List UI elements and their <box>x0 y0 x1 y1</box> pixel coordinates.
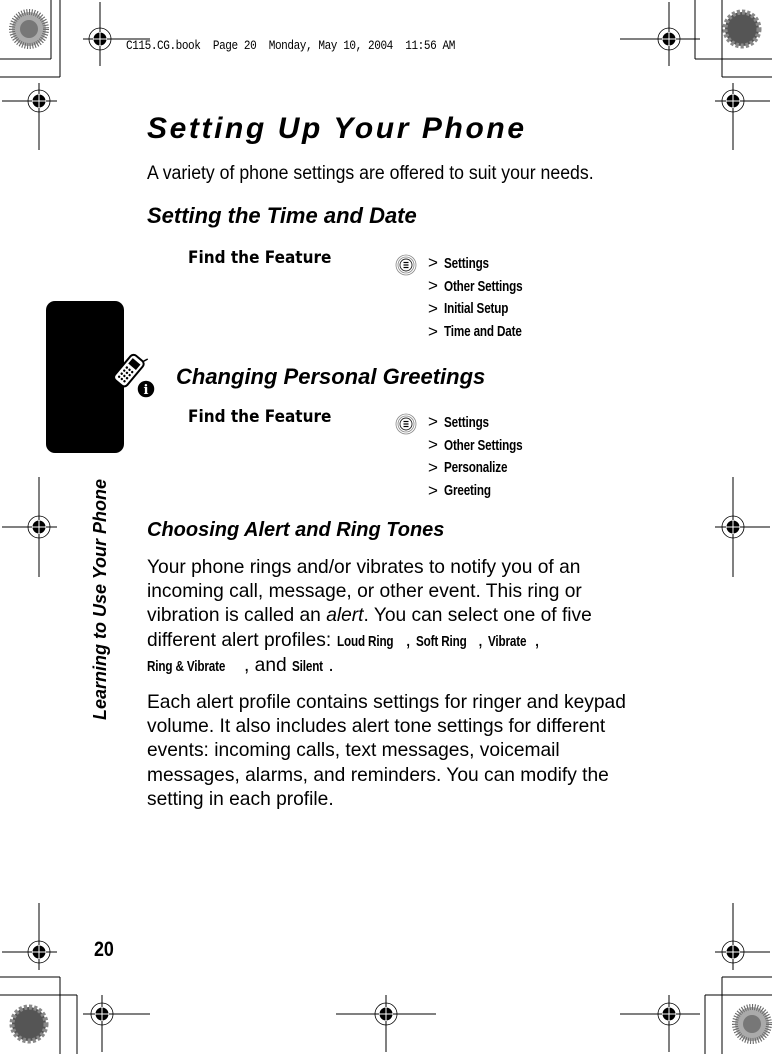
profile-loud-ring: Loud Ring <box>336 632 394 650</box>
section-heading-alert-tones: Choosing Alert and Ring Tones <box>147 519 445 541</box>
star-target-bottom-left <box>9 1004 49 1044</box>
menu-item-settings: Settings <box>444 413 489 431</box>
separator: > <box>428 457 438 477</box>
menu-step: > Other Settings <box>428 434 545 457</box>
registration-mark-bottom-right <box>620 995 700 1052</box>
comma: , <box>405 629 417 651</box>
menu-step: > Personalize <box>428 457 545 480</box>
menu-item-greeting: Greeting <box>444 482 491 500</box>
star-target-top-right <box>722 9 762 49</box>
menu-step: > Time and Date <box>428 320 545 343</box>
phone-info-icon: i <box>113 353 156 399</box>
intro-text: A variety of phone settings are offered … <box>147 163 594 184</box>
page-title: Setting Up Your Phone <box>147 112 527 145</box>
profile-vibrate: Vibrate <box>488 632 527 650</box>
menu-item-settings: Settings <box>444 254 489 272</box>
registration-mark-left-lower <box>2 903 57 970</box>
find-feature-label: Find the Feature <box>188 248 332 268</box>
menu-key-icon <box>395 254 417 276</box>
separator: > <box>428 253 438 273</box>
separator: > <box>428 321 438 341</box>
registration-mark-top-left <box>83 2 150 66</box>
comma: , <box>534 629 540 651</box>
registration-mark-bottom-left <box>83 995 150 1052</box>
comma: , <box>477 629 489 651</box>
profile-soft-ring: Soft Ring <box>416 632 467 650</box>
separator: > <box>428 480 438 500</box>
menu-key-icon <box>395 413 417 435</box>
text: and <box>254 654 293 676</box>
paragraph-text: Each alert profile contains settings for… <box>147 692 626 810</box>
alert-paragraph-2: Each alert profile contains settings for… <box>147 691 637 812</box>
menu-step: > Greeting <box>428 479 545 502</box>
separator: > <box>428 435 438 455</box>
separator: > <box>428 276 438 296</box>
term-alert: alert <box>326 605 364 627</box>
registration-mark-left-middle <box>2 477 57 577</box>
find-feature-label: Find the Feature <box>188 407 332 427</box>
separator: > <box>428 298 438 318</box>
menu-step: > Settings <box>428 252 545 275</box>
menu-path-time-date: > Settings > Other Settings > Initial Setup… <box>395 252 545 343</box>
menu-item-other-settings: Other Settings <box>444 436 523 454</box>
menu-item-other-settings: Other Settings <box>444 277 523 295</box>
menu-item-time-and-date: Time and Date <box>444 323 522 341</box>
registration-mark-bottom-center <box>336 995 436 1052</box>
star-target-bottom-right <box>732 1004 772 1044</box>
separator: > <box>428 412 438 432</box>
registration-mark-right-middle <box>715 477 770 577</box>
period: . <box>328 654 334 676</box>
menu-item-initial-setup: Initial Setup <box>444 300 509 318</box>
menu-item-personalize: Personalize <box>444 459 508 477</box>
section-heading-time-date: Setting the Time and Date <box>147 203 417 228</box>
registration-mark-left-upper <box>2 83 57 150</box>
menu-step: > Other Settings <box>428 275 545 298</box>
comma: , <box>243 654 255 676</box>
star-target-top-left <box>9 9 49 49</box>
menu-path-greetings: > Settings > Other Settings > Personalize >… <box>395 411 545 502</box>
registration-mark-top-right <box>620 2 700 66</box>
svg-text:i: i <box>144 383 149 398</box>
print-header: C115.CG.book Page 20 Monday, May 10, 200… <box>126 38 455 53</box>
profile-silent: Silent <box>292 657 323 675</box>
page-number: 20 <box>94 938 114 961</box>
menu-step: > Initial Setup <box>428 298 545 321</box>
menu-step: > Settings <box>428 411 545 434</box>
profile-ring-and-vibrate: Ring & Vibrate <box>147 657 226 675</box>
alert-paragraph-1: Your phone rings and/or vibrates to noti… <box>147 556 637 679</box>
section-heading-greetings: Changing Personal Greetings <box>176 364 486 389</box>
chapter-side-label: Learning to Use Your Phone <box>90 478 110 720</box>
registration-mark-right-lower <box>715 903 770 970</box>
registration-mark-right-upper <box>715 83 770 150</box>
